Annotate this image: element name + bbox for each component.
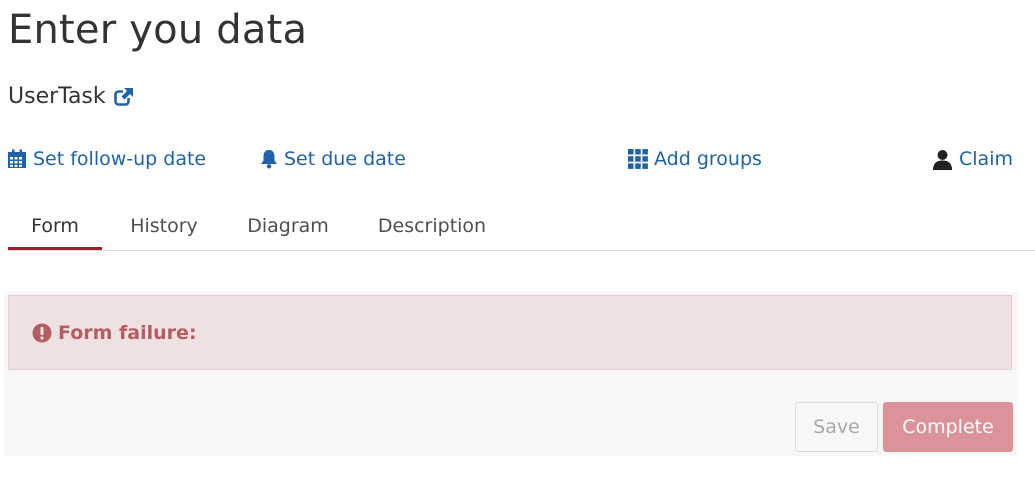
set-due-date-link[interactable]: Set due date (260, 145, 406, 173)
tab-diagram[interactable]: Diagram (239, 204, 337, 249)
save-button[interactable]: Save (795, 402, 878, 452)
tab-history[interactable]: History (119, 204, 209, 249)
calendar-icon (8, 149, 26, 168)
page-title: Enter you data (8, 7, 308, 53)
task-actions: Set follow-up date Set due date Add grou… (0, 145, 1035, 173)
claim-label: Claim (959, 148, 1013, 170)
form-failure-alert: Form failure: (8, 295, 1012, 370)
exclamation-circle-icon (32, 323, 52, 342)
task-name-row: UserTask (8, 84, 134, 109)
form-failure-text: Form failure: (58, 321, 197, 344)
set-follow-up-date-link[interactable]: Set follow-up date (7, 145, 206, 173)
claim-link[interactable]: Claim (932, 145, 1013, 173)
bell-icon (261, 150, 277, 169)
tab-description[interactable]: Description (370, 204, 494, 249)
task-name: UserTask (8, 84, 106, 109)
user-icon (933, 149, 952, 170)
set-follow-up-date-label: Set follow-up date (33, 148, 207, 170)
complete-button[interactable]: Complete (883, 402, 1013, 452)
set-due-date-label: Set due date (284, 148, 406, 170)
task-tabs: Form History Diagram Description (8, 204, 1035, 251)
tab-form[interactable]: Form (8, 204, 102, 250)
add-groups-link[interactable]: Add groups (628, 145, 762, 173)
add-groups-label: Add groups (654, 148, 762, 170)
grid-icon (628, 149, 648, 169)
external-link-icon[interactable] (113, 86, 134, 107)
form-area: Form failure: Save Complete (4, 292, 1018, 456)
